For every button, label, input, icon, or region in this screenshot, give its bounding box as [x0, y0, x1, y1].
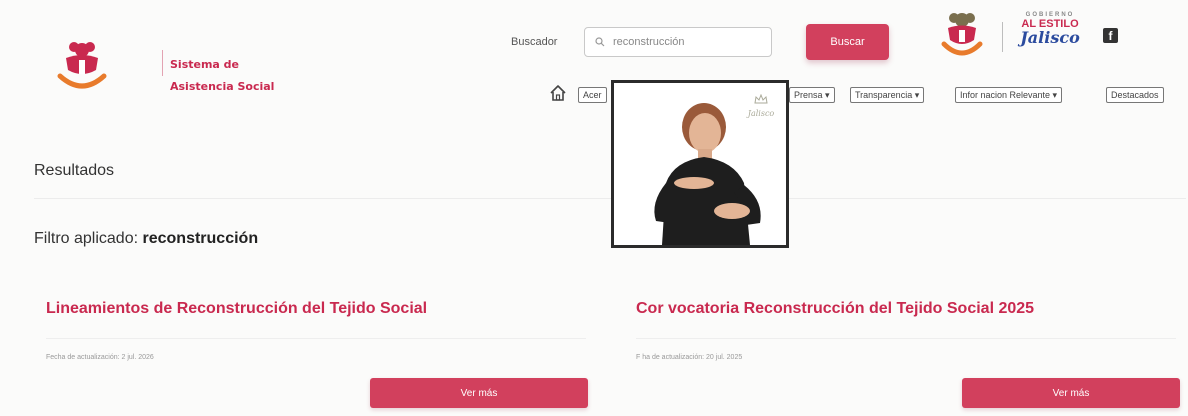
result-card: Cor vocatoria Reconstrucción del Tejido … [624, 286, 1184, 416]
search-box[interactable] [584, 27, 772, 57]
facebook-icon[interactable]: f [1103, 28, 1118, 43]
logo-text: Sistema de Asistencia Social [170, 48, 300, 103]
search-label: Buscador [511, 36, 558, 48]
home-icon[interactable] [549, 84, 567, 102]
nav-item-acerca[interactable]: Acer [578, 87, 607, 103]
nav-item-transparencia[interactable]: Transparencia ▾ [850, 87, 925, 103]
search-button[interactable]: Buscar [806, 24, 889, 60]
card-divider [46, 338, 586, 339]
applied-filter: Filtro aplicado: reconstrucción [34, 230, 258, 248]
dif-logo[interactable]: Sistema de Asistencia Social [52, 34, 274, 94]
jalisco-brand-logo: GOBIERNO AL ESTILO Jalisco [1012, 12, 1088, 58]
nav-item-informacion-relevante[interactable]: Infor nacion Relevante ▾ [955, 87, 1063, 103]
card-divider [636, 338, 1176, 339]
sign-language-video[interactable]: Jalisco [611, 80, 789, 248]
filter-prefix: Filtro aplicado: [34, 230, 143, 247]
ver-mas-button[interactable]: Ver más [370, 378, 588, 408]
video-frame: Jalisco [614, 83, 786, 245]
filter-value: reconstrucción [142, 230, 259, 247]
result-card: Lineamientos de Reconstrucción del Tejid… [34, 286, 594, 416]
card-date: Fecha de actualización: 2 jul. 2026 [46, 354, 154, 361]
logo-line-1: Sistema de [170, 58, 240, 71]
brand-bottom-text: Jalisco [1020, 28, 1080, 47]
dif-logo-icon [57, 42, 107, 89]
results-title: Resultados [34, 162, 115, 179]
search-icon [595, 37, 605, 47]
ver-mas-button[interactable]: Ver más [962, 378, 1180, 408]
card-date: F ha de actualización: 20 jul. 2025 [636, 354, 743, 361]
card-title[interactable]: Cor vocatoria Reconstrucción del Tejido … [636, 300, 1034, 318]
logo-divider [162, 50, 163, 76]
gobierno-jalisco-emblem-icon [941, 13, 983, 56]
divider [34, 198, 1186, 199]
search-input[interactable] [613, 36, 763, 48]
logo-line-2: Asistencia Social [170, 80, 275, 93]
card-title[interactable]: Lineamientos de Reconstrucción del Tejid… [46, 300, 427, 318]
interpreter-figure [654, 103, 761, 245]
nav-item-prensa[interactable]: Prensa ▾ [789, 87, 835, 103]
brand-divider [1002, 22, 1003, 52]
nav-item-destacados[interactable]: Destacados [1106, 87, 1164, 103]
